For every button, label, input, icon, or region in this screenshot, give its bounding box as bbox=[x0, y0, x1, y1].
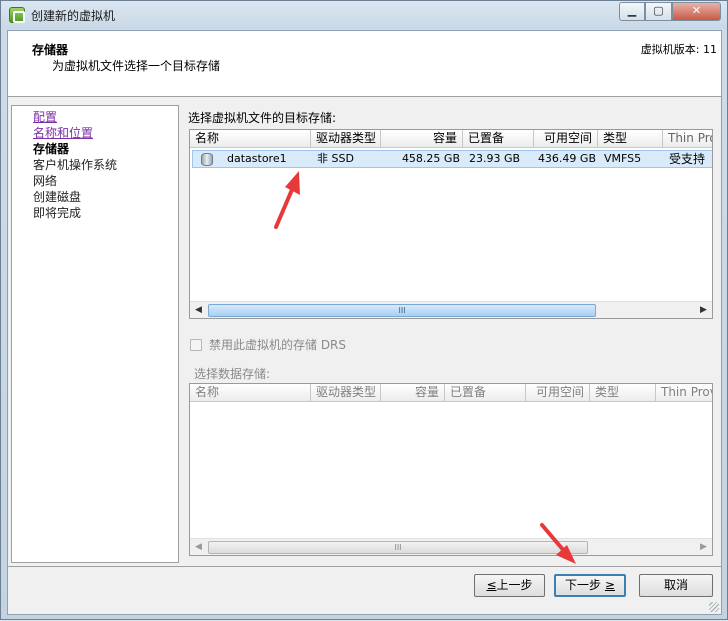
cell-thin-provisioning: 受支持 bbox=[669, 152, 706, 166]
page-subtitle: 为虚拟机文件选择一个目标存储 bbox=[52, 59, 221, 73]
storage-drs-option: 禁用此虚拟机的存储 DRS bbox=[190, 336, 346, 353]
next-button-label: 下一步 bbox=[565, 578, 602, 592]
datastore-table-hscrollbar[interactable]: ◀ III ▶ bbox=[190, 301, 712, 318]
wizard-steps-nav: 配置 名称和位置 存储器 客户机操作系统 网络 创建磁盘 即将完成 bbox=[11, 105, 179, 563]
scroll-right-icon[interactable]: ▶ bbox=[695, 302, 712, 318]
column-header-thin-provisioning[interactable]: Thin Provi bbox=[663, 130, 712, 148]
page-title: 存储器 bbox=[32, 43, 69, 57]
scroll-left-icon[interactable]: ◀ bbox=[190, 302, 207, 318]
step-ready-complete: 即将完成 bbox=[33, 206, 82, 220]
table-row[interactable]: datastore1 非 SSD 458.25 GB 23.93 GB 436.… bbox=[192, 150, 712, 168]
column-header-name[interactable]: 名称 bbox=[190, 130, 311, 148]
vsphere-app-icon bbox=[9, 7, 25, 23]
column-header-free-space[interactable]: 可用空间 bbox=[534, 130, 598, 148]
resize-grip-icon[interactable] bbox=[709, 602, 719, 612]
vm-version-label: 虚拟机版本: 11 bbox=[640, 43, 717, 56]
next-button[interactable]: 下一步 ≥ bbox=[554, 574, 626, 597]
step-storage-current: 存储器 bbox=[33, 142, 70, 156]
column-header-drive-type: 驱动器类型 bbox=[311, 384, 381, 402]
datastore-icon bbox=[201, 153, 213, 166]
cell-drive-type: 非 SSD bbox=[317, 152, 354, 165]
window-title: 创建新的虚拟机 bbox=[31, 9, 116, 23]
step-config-link[interactable]: 配置 bbox=[33, 109, 57, 125]
cancel-button[interactable]: 取消 bbox=[639, 574, 713, 597]
step-guest-os: 客户机操作系统 bbox=[33, 158, 118, 172]
table-header: 名称 驱动器类型 容量 已置备 可用空间 类型 Thin Provi bbox=[190, 384, 712, 402]
scroll-right-icon: ▶ bbox=[700, 542, 707, 552]
disable-storage-drs-checkbox bbox=[190, 339, 202, 351]
column-header-type: 类型 bbox=[590, 384, 656, 402]
back-button[interactable]: ≤上一步 bbox=[474, 574, 545, 597]
datastore-select-label: 选择虚拟机文件的目标存储: bbox=[188, 111, 337, 125]
wizard-header: 存储器 为虚拟机文件选择一个目标存储 虚拟机版本: 11 bbox=[8, 31, 721, 97]
wizard-window: 创建新的虚拟机 ▁ ▢ ✕ 存储器 为虚拟机文件选择一个目标存储 虚拟机版本: … bbox=[0, 0, 728, 620]
column-header-capacity: 容量 bbox=[381, 384, 445, 402]
next-button-key: ≥ bbox=[604, 578, 615, 592]
wizard-client: 存储器 为虚拟机文件选择一个目标存储 虚拟机版本: 11 配置 名称和位置 存储… bbox=[7, 30, 722, 615]
column-header-capacity[interactable]: 容量 bbox=[381, 130, 463, 148]
column-header-thin-provisioning: Thin Provi bbox=[656, 384, 712, 402]
cell-name: datastore1 bbox=[227, 152, 287, 165]
back-button-label: 上一步 bbox=[496, 578, 533, 592]
column-header-drive-type[interactable]: 驱动器类型 bbox=[311, 130, 381, 148]
table-header: 名称 驱动器类型 容量 已置备 可用空间 类型 Thin Provi bbox=[190, 130, 712, 148]
close-button[interactable]: ✕ bbox=[672, 2, 721, 21]
back-button-key: ≤ bbox=[486, 578, 497, 592]
select-datastore-label: 选择数据存储: bbox=[194, 367, 271, 381]
scrollbar-thumb: III bbox=[208, 541, 588, 554]
step-network: 网络 bbox=[33, 174, 58, 188]
datastore-table: 名称 驱动器类型 容量 已置备 可用空间 类型 Thin Provi datas… bbox=[189, 129, 713, 319]
column-header-free-space: 可用空间 bbox=[526, 384, 590, 402]
title-bar[interactable]: 创建新的虚拟机 ▁ ▢ ✕ bbox=[1, 1, 727, 29]
scrollbar-thumb[interactable]: III bbox=[208, 304, 596, 317]
maximize-button[interactable]: ▢ bbox=[645, 2, 672, 21]
column-header-provisioned: 已置备 bbox=[445, 384, 526, 402]
cell-provisioned: 23.93 GB bbox=[469, 152, 521, 165]
cell-type: VMFS5 bbox=[604, 152, 642, 165]
select-datastore-table: 名称 驱动器类型 容量 已置备 可用空间 类型 Thin Provi ◀ III… bbox=[189, 383, 713, 556]
select-datastore-hscrollbar: ◀ III ▶ bbox=[190, 538, 712, 555]
step-create-disk: 创建磁盘 bbox=[33, 190, 82, 204]
step-name-location-link[interactable]: 名称和位置 bbox=[33, 125, 93, 141]
disable-storage-drs-label: 禁用此虚拟机的存储 DRS bbox=[209, 338, 347, 352]
minimize-button[interactable]: ▁ bbox=[619, 2, 645, 21]
column-header-provisioned[interactable]: 已置备 bbox=[463, 130, 534, 148]
cell-capacity: 458.25 GB bbox=[401, 152, 460, 165]
scroll-left-icon: ◀ bbox=[195, 542, 202, 552]
column-header-name: 名称 bbox=[190, 384, 311, 402]
column-header-type[interactable]: 类型 bbox=[598, 130, 663, 148]
cell-free-space: 436.49 GB bbox=[537, 152, 596, 165]
footer-divider bbox=[8, 566, 721, 567]
